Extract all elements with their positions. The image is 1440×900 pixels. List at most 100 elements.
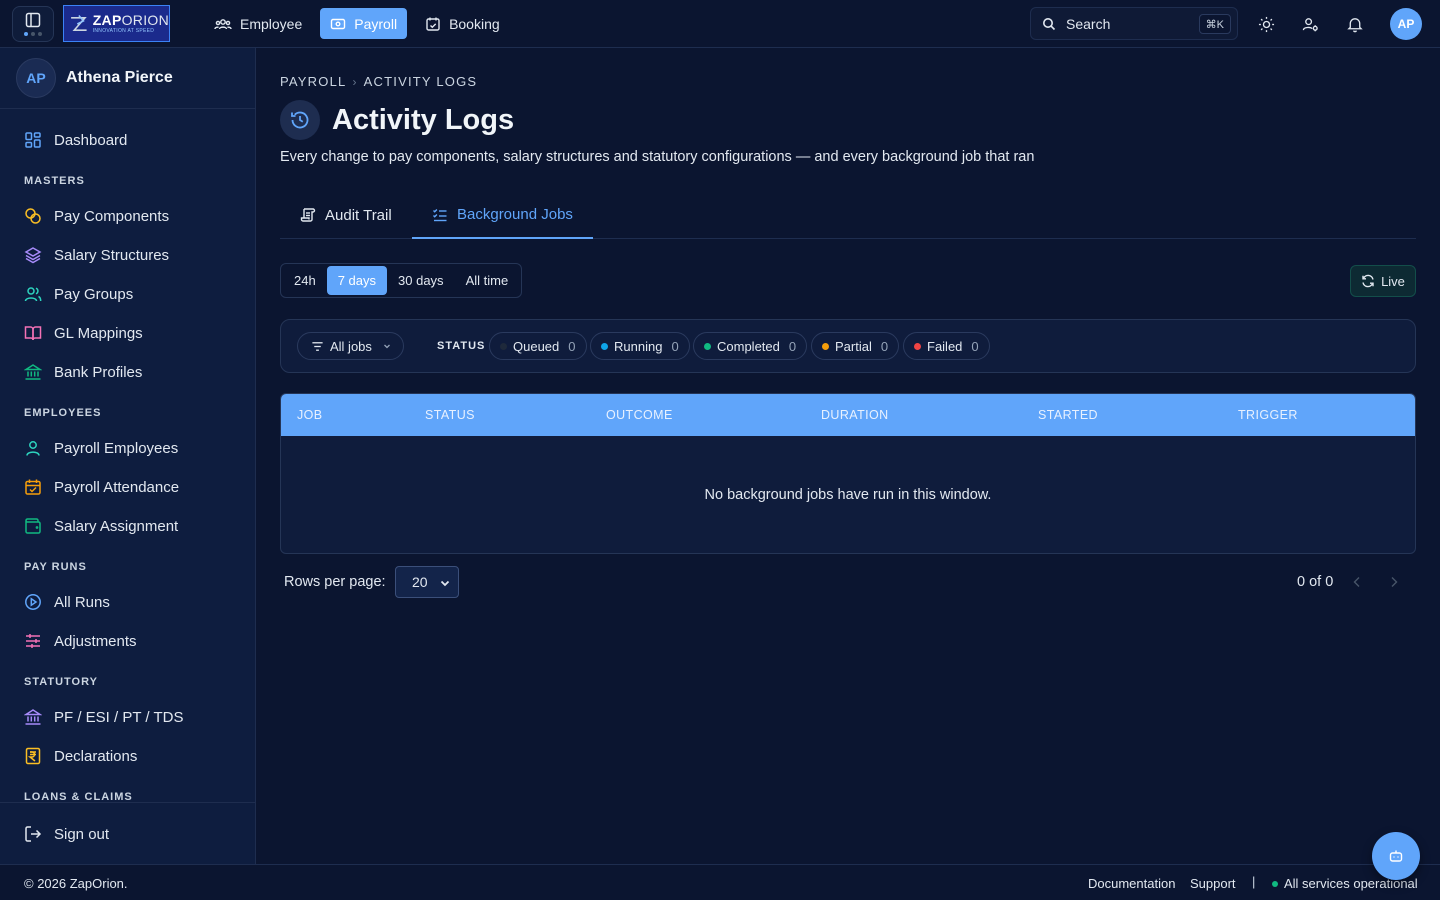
sidebar-item-dashboard[interactable]: Dashboard xyxy=(24,128,127,152)
user-avatar: AP xyxy=(16,58,56,98)
tab-bar: Audit Trail Background Jobs xyxy=(280,192,1416,239)
sidebar-item-pay-components[interactable]: Pay Components xyxy=(24,204,169,228)
status-chip-queued[interactable]: Queued 0 xyxy=(489,332,587,360)
logout-icon xyxy=(25,826,42,842)
topnav-payroll[interactable]: Payroll xyxy=(320,8,408,39)
sidebar-item-salary-structures[interactable]: Salary Structures xyxy=(24,243,169,267)
section-loans-claims: LOANS & CLAIMS xyxy=(24,791,133,802)
sidebar-item-gl-mappings[interactable]: GL Mappings xyxy=(24,321,143,345)
topnav-employee[interactable]: Employee xyxy=(204,8,312,39)
rupee-receipt-icon xyxy=(25,747,41,765)
rows-per-page-label: Rows per page: xyxy=(284,574,386,590)
user-settings-button[interactable] xyxy=(1298,12,1322,36)
breadcrumb: PAYROLL › ACTIVITY LOGS xyxy=(280,74,477,89)
bell-icon xyxy=(1347,17,1363,32)
tab-audit-trail[interactable]: Audit Trail xyxy=(280,192,412,238)
notifications-button[interactable] xyxy=(1343,12,1367,36)
breadcrumb-payroll[interactable]: PAYROLL xyxy=(280,74,346,89)
sidebar-item-bank-profiles[interactable]: Bank Profiles xyxy=(24,360,142,384)
sidebar-item-payroll-employees[interactable]: Payroll Employees xyxy=(24,436,178,460)
top-nav: Employee Payroll Booking xyxy=(204,8,510,39)
tab-label: Audit Trail xyxy=(325,206,392,224)
panel-left-icon xyxy=(25,12,41,28)
sidebar-item-label: Declarations xyxy=(54,747,138,765)
signout-area: Sign out xyxy=(0,802,255,864)
column-header-status[interactable]: STATUS xyxy=(425,408,475,422)
sidebar-toggle-button[interactable] xyxy=(12,6,54,42)
sidebar-item-label: Salary Assignment xyxy=(54,517,179,535)
sidebar-item-pay-groups[interactable]: Pay Groups xyxy=(24,282,133,306)
topnav-payroll-label: Payroll xyxy=(354,15,398,32)
copyright: © 2026 ZapOrion. xyxy=(24,876,128,891)
signout-button[interactable]: Sign out xyxy=(24,822,109,846)
range-7-days[interactable]: 7 days xyxy=(326,266,388,295)
column-header-started[interactable]: STARTED xyxy=(1038,408,1098,422)
top-bar: ZAPORION INNOVATION AT SPEED Employee Pa… xyxy=(0,0,1440,48)
sidebar-item-label: Pay Components xyxy=(54,207,170,225)
status-chip-failed[interactable]: Failed 0 xyxy=(903,332,990,360)
status-chip-partial[interactable]: Partial 0 xyxy=(811,332,900,360)
sidebar-item-all-runs[interactable]: All Runs xyxy=(24,590,110,614)
column-header-outcome[interactable]: OUTCOME xyxy=(606,408,673,422)
sidebar-item-label: All Runs xyxy=(54,593,110,611)
sidebar-item-label: Pay Groups xyxy=(54,285,134,303)
sidebar-item-label: Dashboard xyxy=(54,131,128,149)
rows-per-page-select[interactable]: 20 xyxy=(395,566,459,598)
search-shortcut: ⌘K xyxy=(1198,14,1231,34)
zaporion-logo-icon xyxy=(71,14,87,31)
breadcrumb-activity-logs: ACTIVITY LOGS xyxy=(363,74,478,89)
sidebar-item-declarations[interactable]: Declarations xyxy=(24,744,137,768)
sidebar-item-payroll-attendance[interactable]: Payroll Attendance xyxy=(24,475,179,499)
search-input[interactable]: Search ⌘K xyxy=(1030,7,1238,40)
brand-logo[interactable]: ZAPORION INNOVATION AT SPEED xyxy=(63,5,170,42)
carousel-dots xyxy=(24,32,42,36)
bank-icon xyxy=(24,364,42,380)
sidebar-item-adjustments[interactable]: Adjustments xyxy=(24,629,137,653)
range-24h[interactable]: 24h xyxy=(283,266,327,295)
chip-count: 0 xyxy=(971,338,979,354)
tab-background-jobs[interactable]: Background Jobs xyxy=(412,192,593,239)
job-type-dropdown[interactable]: All jobs xyxy=(297,332,404,360)
time-range-toggle: 24h 7 days 30 days All time xyxy=(280,263,523,298)
rows-per-page-value: 20 xyxy=(412,574,428,590)
chevron-down-icon xyxy=(383,344,390,349)
book-open-icon xyxy=(24,326,42,341)
live-refresh-button[interactable]: Live xyxy=(1350,265,1416,297)
section-employees: EMPLOYEES xyxy=(24,407,102,419)
sidebar: AP Athena Pierce Dashboard MASTERS Pay C… xyxy=(0,48,256,864)
previous-page-button[interactable] xyxy=(1349,574,1365,590)
live-label: Live xyxy=(1381,273,1405,289)
filter-icon xyxy=(312,341,323,351)
sidebar-item-salary-assignment[interactable]: Salary Assignment xyxy=(24,514,178,538)
sliders-icon xyxy=(26,634,40,648)
list-checks-icon xyxy=(433,208,447,221)
documentation-link[interactable]: Documentation xyxy=(1088,876,1175,891)
topnav-booking[interactable]: Booking xyxy=(415,8,510,39)
history-icon xyxy=(280,100,320,140)
sidebar-item-statutory-pf-esi[interactable]: PF / ESI / PT / TDS xyxy=(24,705,183,729)
users-icon xyxy=(24,287,42,302)
next-page-button[interactable] xyxy=(1386,574,1402,590)
support-link[interactable]: Support xyxy=(1190,876,1236,891)
assistant-bot-button[interactable] xyxy=(1372,832,1420,880)
status-chip-completed[interactable]: Completed 0 xyxy=(693,332,808,360)
job-type-label: All jobs xyxy=(330,338,372,354)
filter-bar: All jobs STATUS Queued 0 Running 0 Compl… xyxy=(280,319,1416,373)
sidebar-item-label: GL Mappings xyxy=(54,324,143,342)
range-30-days[interactable]: 30 days xyxy=(387,266,455,295)
avatar[interactable]: AP xyxy=(1390,8,1422,40)
status-dot xyxy=(704,342,711,350)
page-header: Activity Logs xyxy=(280,100,514,140)
chip-count: 0 xyxy=(788,338,797,354)
range-all-time[interactable]: All time xyxy=(455,266,520,295)
column-header-job[interactable]: JOB xyxy=(297,408,323,422)
column-header-trigger[interactable]: TRIGGER xyxy=(1238,408,1298,422)
chip-count: 0 xyxy=(671,338,679,354)
sidebar-user[interactable]: AP Athena Pierce xyxy=(0,48,255,109)
section-pay-runs: PAY RUNS xyxy=(24,561,87,573)
theme-toggle-button[interactable] xyxy=(1254,12,1278,36)
status-chip-running[interactable]: Running 0 xyxy=(590,332,690,360)
column-header-duration[interactable]: DURATION xyxy=(821,408,889,422)
chip-count: 0 xyxy=(880,338,889,354)
sun-icon xyxy=(1258,16,1274,32)
